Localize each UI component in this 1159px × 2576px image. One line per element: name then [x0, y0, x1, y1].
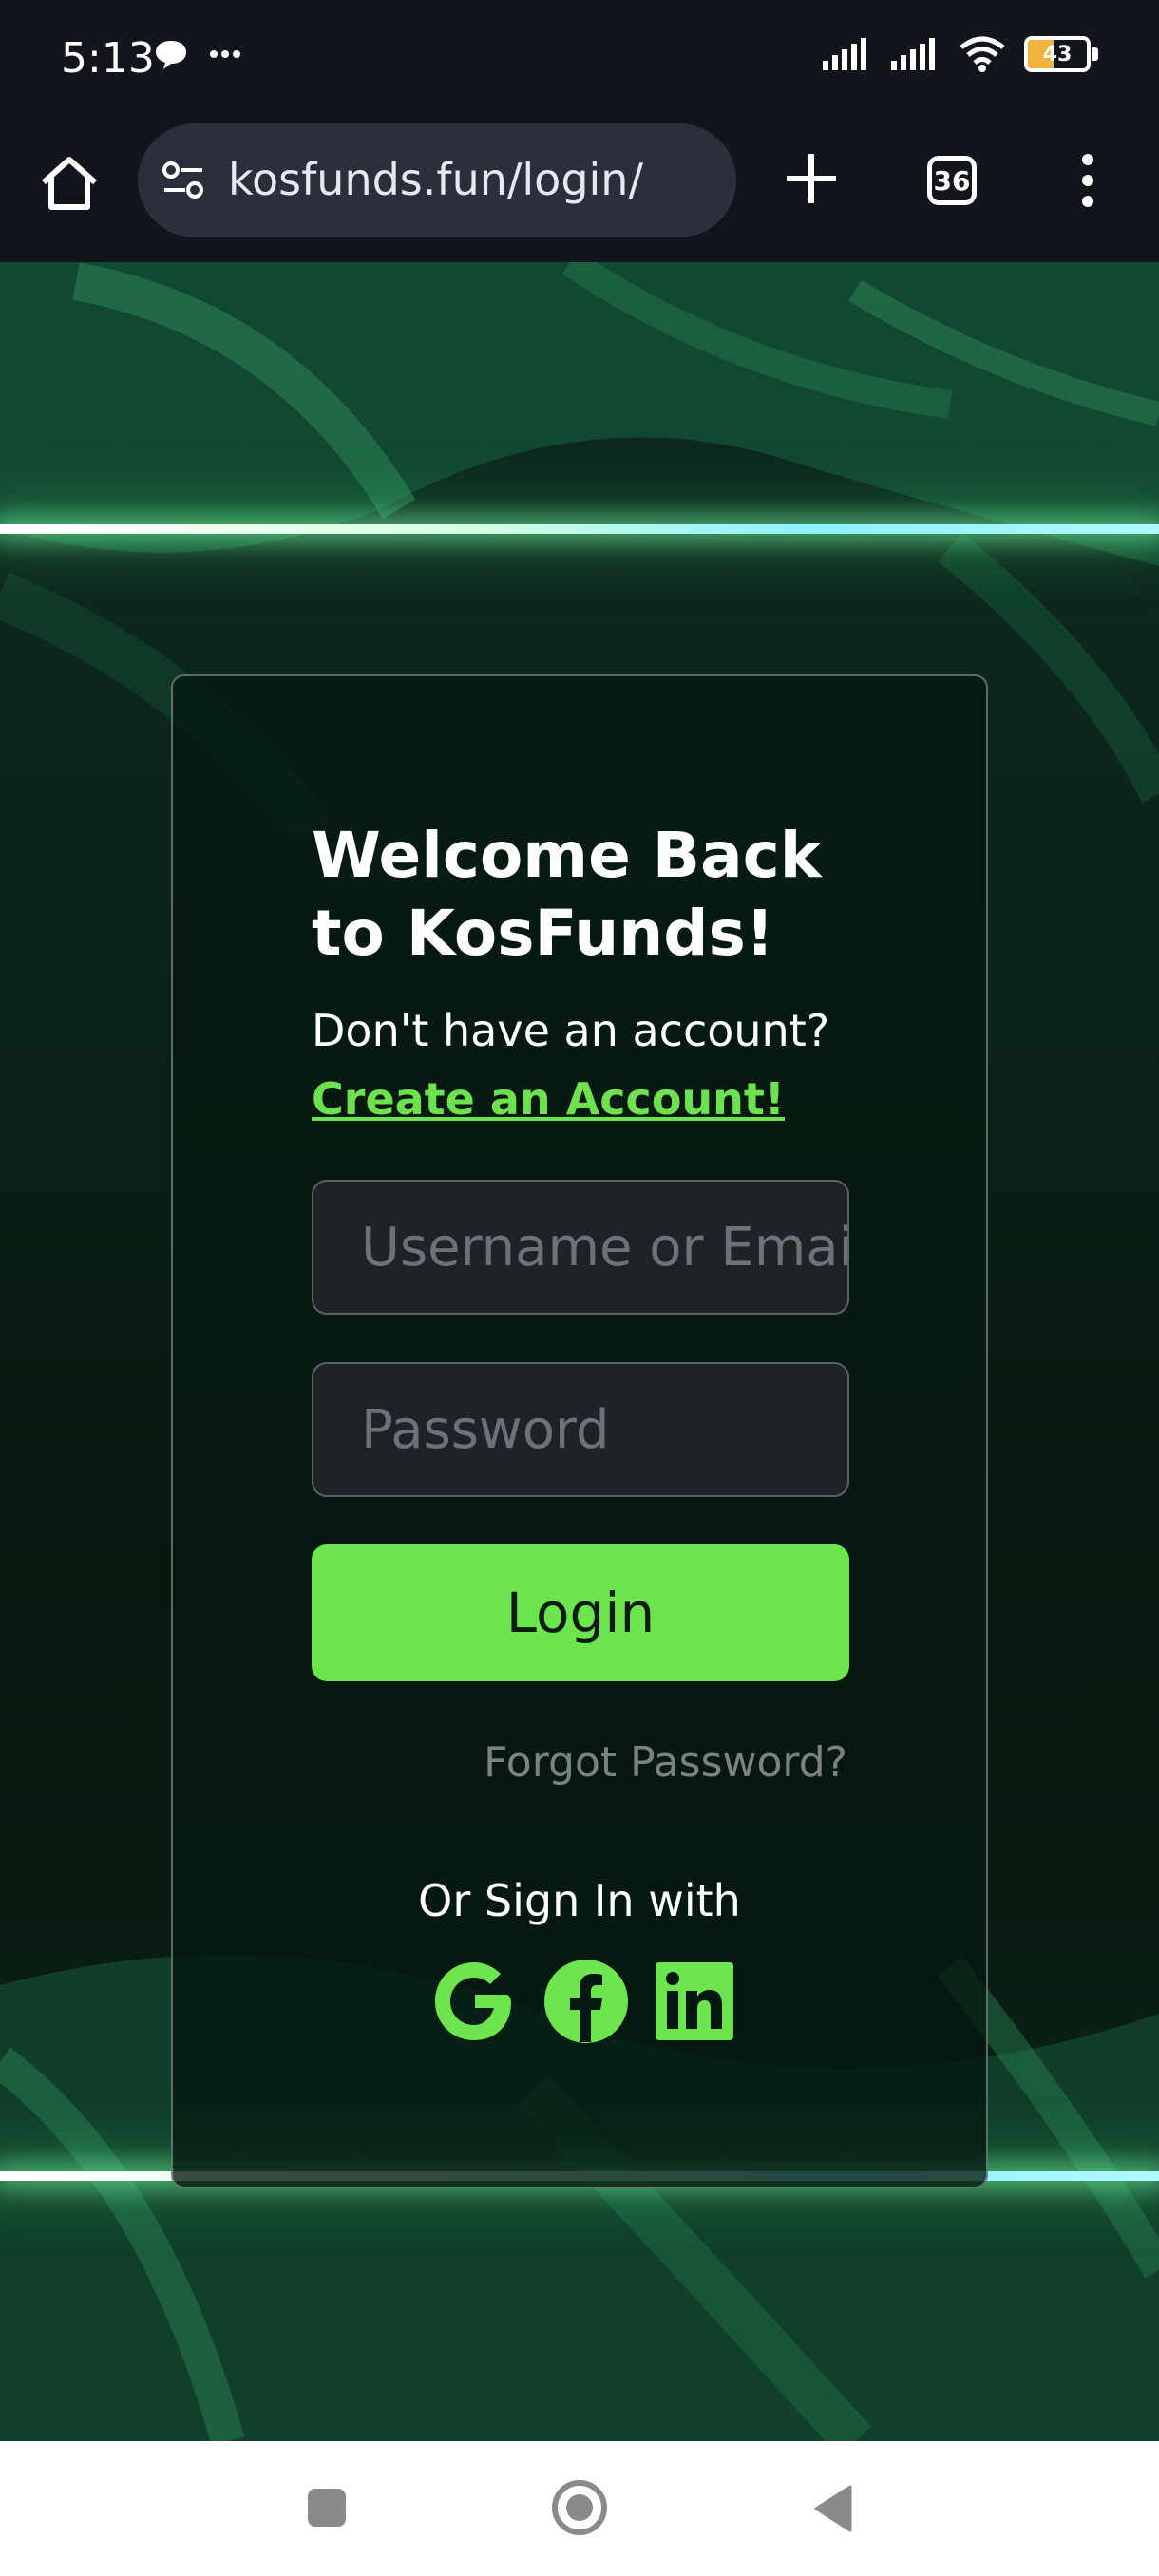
- social-login-group: [429, 1957, 735, 2046]
- system-nav-bar: [0, 2441, 1159, 2576]
- create-account-link[interactable]: Create an Account!: [312, 1073, 785, 1125]
- more-menu-icon[interactable]: [1074, 152, 1102, 209]
- home-button-icon[interactable]: [551, 2479, 608, 2536]
- wifi-icon: [960, 36, 1005, 72]
- login-card: Welcome Back to KosFunds! Don't have an …: [171, 674, 988, 2188]
- page-title: Welcome Back to KosFunds!: [312, 819, 822, 970]
- facebook-icon[interactable]: [542, 1957, 631, 2046]
- battery-level: 43: [1042, 42, 1073, 66]
- recent-apps-button[interactable]: [308, 2489, 346, 2527]
- url-text[interactable]: kosfunds.fun/login/: [228, 154, 643, 205]
- site-settings-icon[interactable]: [161, 160, 206, 201]
- forgot-password-link[interactable]: Forgot Password?: [484, 1738, 847, 1787]
- no-account-text: Don't have an account?: [312, 1005, 830, 1056]
- back-button-icon[interactable]: [812, 2485, 852, 2532]
- username-email-field[interactable]: [312, 1180, 849, 1315]
- address-bar[interactable]: kosfunds.fun/login/: [138, 123, 736, 237]
- more-notifications-icon: [210, 50, 240, 58]
- neon-line-top: [0, 524, 1159, 534]
- signal-icon-sim2: [891, 38, 935, 70]
- signal-icon-sim1: [823, 38, 866, 70]
- login-button[interactable]: Login: [312, 1544, 849, 1681]
- battery-icon: 43: [1024, 36, 1091, 72]
- google-icon[interactable]: [429, 1957, 519, 2046]
- status-bar: 5:13 43: [0, 0, 1159, 122]
- status-time: 5:13: [61, 34, 155, 83]
- or-sign-in-text: Or Sign In with: [418, 1875, 741, 1926]
- new-tab-icon[interactable]: [781, 148, 842, 209]
- linkedin-icon[interactable]: [654, 1960, 735, 2042]
- tab-switcher-button[interactable]: 36: [927, 156, 977, 205]
- browser-toolbar: kosfunds.fun/login/ 36: [0, 122, 1159, 262]
- password-field[interactable]: [312, 1362, 849, 1497]
- home-icon[interactable]: [36, 150, 103, 217]
- chat-notification-icon: [156, 41, 186, 69]
